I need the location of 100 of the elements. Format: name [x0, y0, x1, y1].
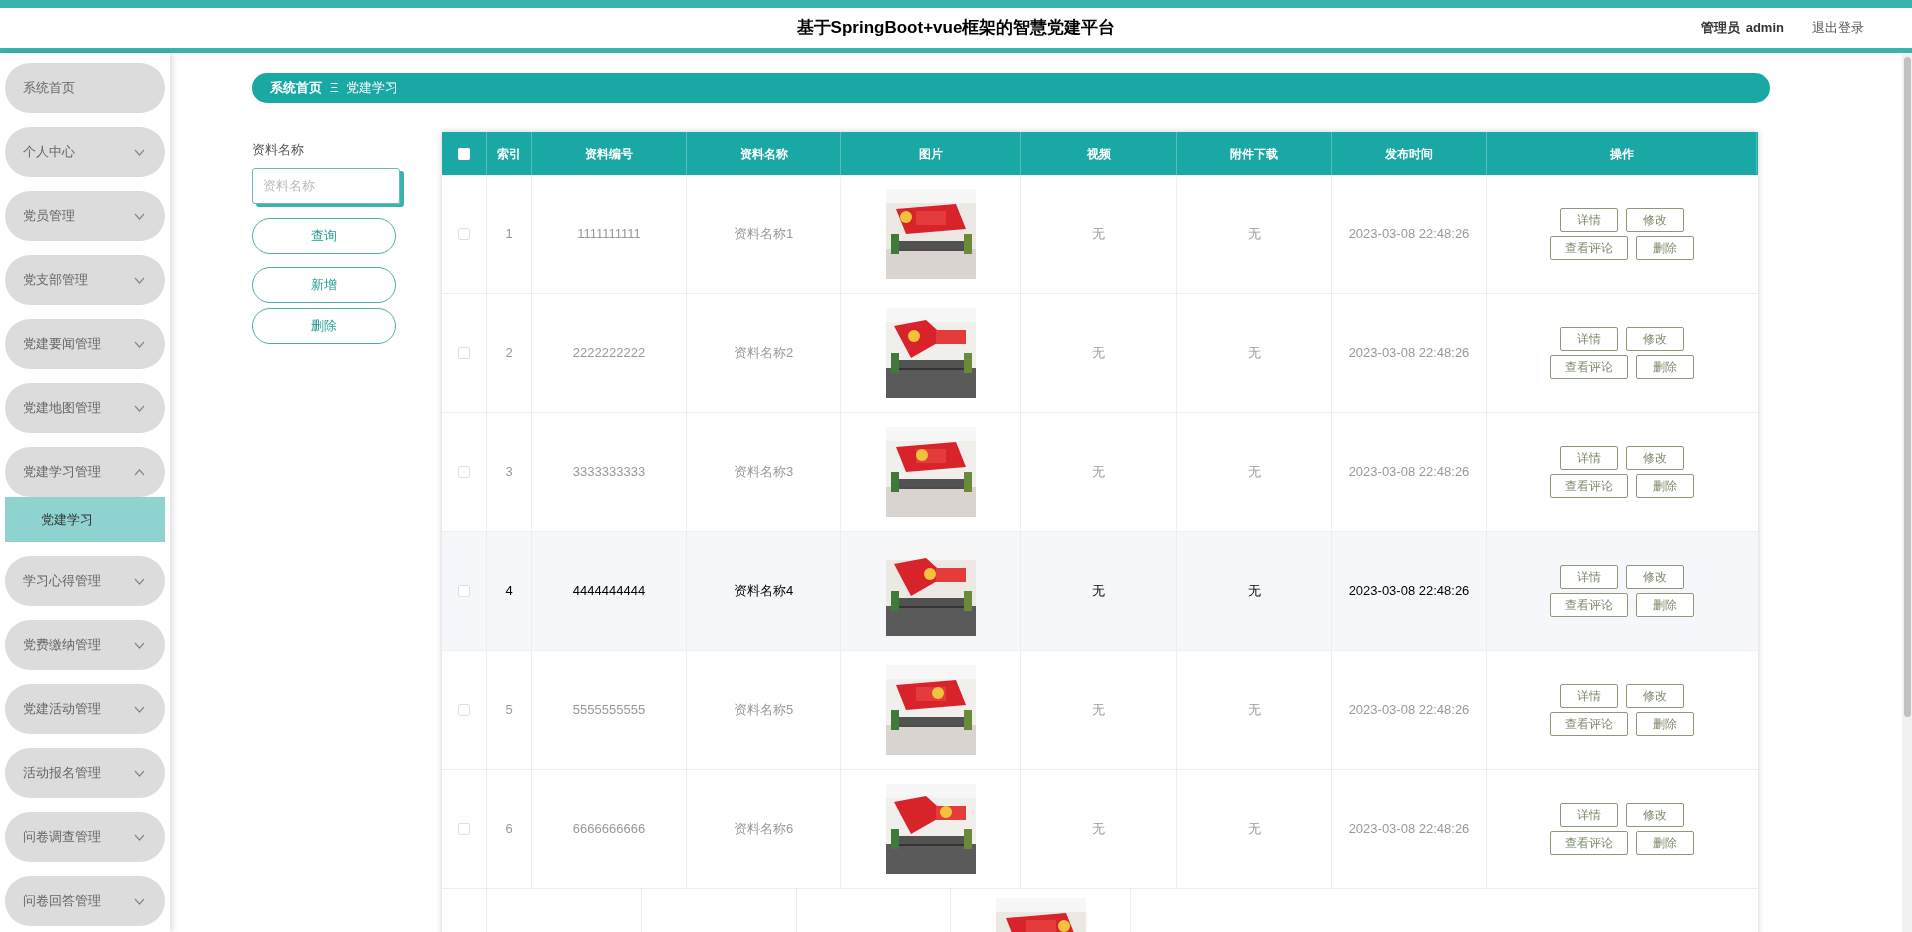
row-checkbox[interactable]	[458, 823, 470, 835]
column-header: 视频	[1086, 145, 1111, 163]
action-button[interactable]: 详情	[1560, 684, 1618, 708]
sidebar-menu-item[interactable]: 党建要闻管理	[5, 319, 165, 369]
action-button[interactable]: 删除	[1636, 831, 1694, 855]
table-cell-text: 无	[1247, 820, 1261, 839]
site-title: 基于SpringBoot+vue框架的智慧党建平台	[796, 17, 1116, 40]
toolbar-button[interactable]: 删除	[252, 307, 396, 344]
toolbar-button[interactable]: 查询	[252, 217, 396, 254]
table-cell-text: 2023-03-08 22:48:26	[1348, 701, 1470, 720]
table-cell-text: 无	[1247, 463, 1261, 482]
table-cell-text: 3	[505, 463, 513, 482]
action-button[interactable]: 查看评论	[1550, 474, 1628, 498]
column-header: 图片	[918, 145, 943, 163]
action-button[interactable]: 修改	[1626, 565, 1684, 589]
table-cell-text: 6666666666	[572, 820, 646, 839]
action-button[interactable]: 查看评论	[1550, 236, 1628, 260]
sidebar-menu-item[interactable]: 党费缴纳管理	[5, 620, 165, 670]
sidebar-menu-item[interactable]: 问卷回答管理	[5, 876, 165, 926]
action-button[interactable]: 删除	[1636, 593, 1694, 617]
row-checkbox[interactable]	[458, 585, 470, 597]
table-cell-text: 5	[505, 701, 513, 720]
table-cell-text: 无	[1092, 463, 1105, 482]
table-cell-text: 6	[505, 820, 513, 839]
table-cell-text: 无	[1092, 344, 1105, 363]
column-header: 操作	[1609, 145, 1634, 163]
table-cell-text: 2023-03-08 22:48:26	[1348, 582, 1470, 601]
table-cell-text: 无	[1092, 701, 1105, 720]
logout-link[interactable]: 退出登录	[1812, 18, 1864, 38]
breadcrumb-home-link[interactable]: 系统首页	[270, 78, 322, 98]
sidebar-menu-item[interactable]: 活动报名管理	[5, 748, 165, 798]
action-button[interactable]: 查看评论	[1550, 593, 1628, 617]
column-header: 附件下载	[1230, 145, 1278, 163]
action-button[interactable]: 查看评论	[1550, 831, 1628, 855]
sidebar-menu-item[interactable]: 问卷调查管理	[5, 812, 165, 862]
table-cell-text: 2023-03-08 22:48:26	[1348, 463, 1470, 482]
column-header: 资料名称	[739, 145, 788, 163]
table-cell-text: 4444444444	[572, 582, 646, 601]
column-header: 发布时间	[1385, 145, 1433, 163]
table-cell-text: 2	[505, 344, 513, 363]
sidebar-submenu-item[interactable]: 党建学习	[5, 497, 165, 542]
sidebar-menu-item[interactable]: 党建活动管理	[5, 684, 165, 734]
sidebar-menu-item[interactable]: 党支部管理	[5, 255, 165, 305]
table-cell-text: 资料名称2	[733, 344, 794, 363]
table-cell-text: 2023-03-08 22:48:26	[1348, 344, 1470, 363]
search-label: 资料名称	[252, 141, 305, 159]
sidebar-menu-item[interactable]: 个人中心	[5, 127, 165, 177]
table-cell-text: 无	[1247, 344, 1261, 363]
column-header: 资料编号	[585, 145, 633, 163]
action-button[interactable]: 修改	[1626, 803, 1684, 827]
breadcrumb-current: 党建学习	[346, 79, 399, 98]
table-cell-text: 3333333333	[572, 463, 646, 482]
action-button[interactable]: 详情	[1560, 446, 1618, 470]
action-button[interactable]: 查看评论	[1550, 712, 1628, 736]
table-cell-text: 资料名称4	[733, 582, 794, 601]
table-cell-text: 资料名称5	[733, 701, 794, 720]
row-checkbox[interactable]	[458, 347, 470, 359]
sidebar-menu-item[interactable]: 学习心得管理	[5, 556, 165, 606]
user-role: 管理员	[1700, 19, 1740, 38]
action-button[interactable]: 删除	[1636, 712, 1694, 736]
table-cell-text: 无	[1247, 701, 1261, 720]
action-button[interactable]: 修改	[1626, 684, 1684, 708]
table-cell-text: 无	[1092, 820, 1105, 839]
table-cell-text: 无	[1247, 582, 1261, 601]
table-cell-text: 资料名称1	[733, 225, 794, 244]
table-cell-text: 资料名称3	[733, 463, 794, 482]
table-cell-text: 4	[505, 582, 513, 601]
table-cell-text: 无	[1247, 225, 1261, 244]
table-cell-text: 2023-03-08 22:48:26	[1348, 820, 1470, 839]
sidebar-menu-item[interactable]: 党建地图管理	[5, 383, 165, 433]
table-cell-text: 1111111111	[577, 225, 641, 244]
action-button[interactable]: 详情	[1560, 803, 1618, 827]
action-button[interactable]: 删除	[1636, 236, 1694, 260]
action-button[interactable]: 详情	[1560, 208, 1618, 232]
action-button[interactable]: 删除	[1636, 474, 1694, 498]
action-button[interactable]: 修改	[1626, 208, 1684, 232]
column-header: 索引	[497, 145, 521, 163]
table-cell-text: 资料名称6	[733, 820, 794, 839]
table-cell-text: 2023-03-08 22:48:26	[1348, 225, 1470, 244]
row-checkbox[interactable]	[458, 228, 470, 240]
sidebar-menu-item[interactable]: 党员管理	[5, 191, 165, 241]
select-all-checkbox[interactable]	[458, 147, 470, 160]
table-cell-text: 2222222222	[572, 344, 646, 363]
action-button[interactable]: 查看评论	[1550, 355, 1628, 379]
table-cell-text: 无	[1092, 225, 1105, 244]
row-checkbox[interactable]	[458, 704, 470, 716]
table-cell-text: 1	[505, 225, 513, 244]
table-cell-text: 5555555555	[572, 701, 646, 720]
action-button[interactable]: 修改	[1626, 446, 1684, 470]
sidebar-menu-item[interactable]: 党建学习管理	[5, 447, 165, 497]
action-button[interactable]: 删除	[1636, 355, 1694, 379]
toolbar-button[interactable]: 新增	[252, 266, 396, 303]
action-button[interactable]: 详情	[1560, 327, 1618, 351]
user-name: admin	[1745, 19, 1784, 38]
table-cell-text: 无	[1092, 582, 1105, 601]
breadcrumb-separator: Ξ	[330, 79, 339, 98]
action-button[interactable]: 详情	[1560, 565, 1618, 589]
action-button[interactable]: 修改	[1626, 327, 1684, 351]
row-checkbox[interactable]	[458, 466, 470, 478]
sidebar-menu-item[interactable]: 系统首页	[5, 63, 165, 113]
